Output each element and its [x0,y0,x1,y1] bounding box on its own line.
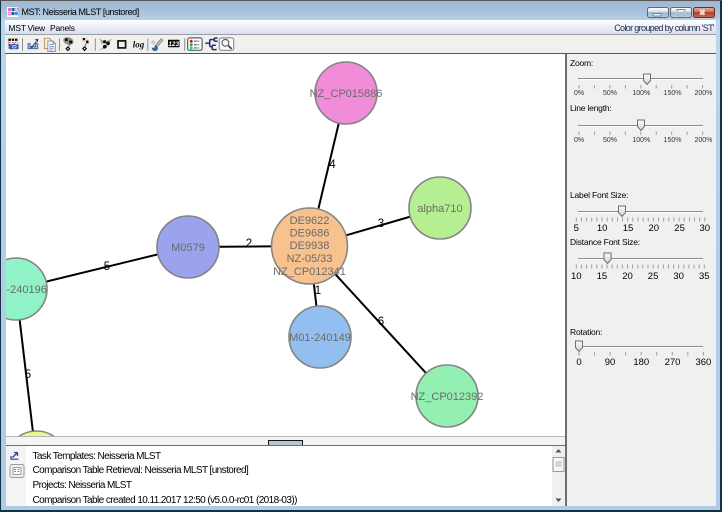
svg-text:log: log [133,39,145,49]
svg-text:123: 123 [168,41,179,48]
